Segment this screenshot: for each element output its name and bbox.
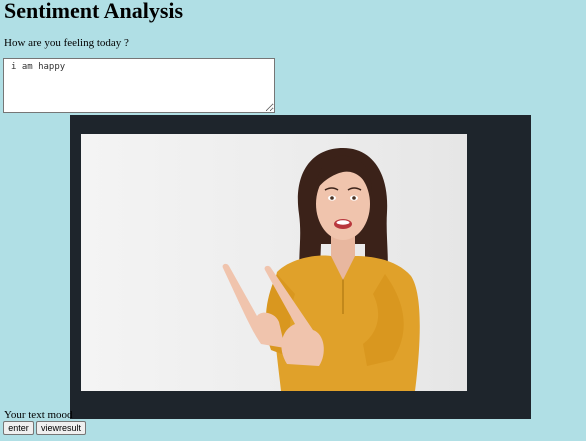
smiling-woman-illustration [222,148,420,391]
enter-button[interactable]: enter [3,421,34,435]
page-title: Sentiment Analysis [4,0,184,23]
result-image-panel [70,115,531,419]
view-result-button[interactable]: viewresult [36,421,86,435]
feeling-prompt: How are you feeling today ? [4,37,129,49]
result-photo [81,134,467,391]
mood-text-input[interactable] [3,58,275,113]
